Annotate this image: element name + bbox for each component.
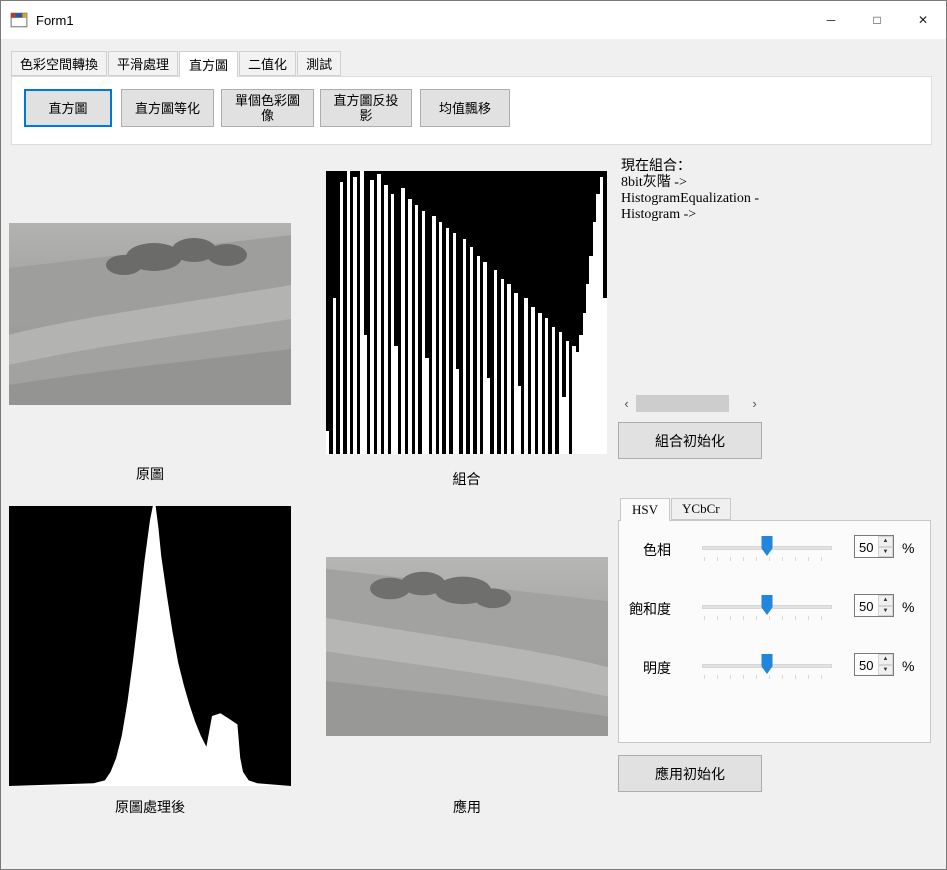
main-tabstrip: 色彩空間轉換 平滑處理 直方圖 二值化 測試: [11, 51, 342, 77]
saturation-numeric-updown[interactable]: 50 ▲ ▼: [854, 594, 894, 617]
spinner-up-icon[interactable]: ▲: [878, 536, 893, 547]
saturation-label: 飽和度: [629, 601, 671, 617]
app-icon: [10, 11, 28, 29]
status-line: Histogram ->: [621, 207, 697, 222]
slider-ticks: [704, 616, 830, 620]
mean-shift-button[interactable]: 均值飄移: [420, 89, 510, 127]
tab-binarization[interactable]: 二值化: [239, 51, 297, 76]
hue-value[interactable]: 50: [855, 536, 878, 557]
tab-test[interactable]: 測試: [297, 51, 342, 76]
saturation-unit-label: %: [902, 599, 915, 615]
slider-thumb[interactable]: [761, 654, 773, 674]
maximize-button[interactable]: □: [854, 1, 900, 39]
saturation-slider-row: 飽和度 50 ▲ ▼ %: [619, 588, 930, 644]
close-button[interactable]: ✕: [900, 1, 946, 39]
hue-slider-row: 色相 50 ▲ ▼ %: [619, 529, 930, 585]
tab-color-space[interactable]: 色彩空間轉換: [11, 51, 108, 76]
spinner-down-icon[interactable]: ▼: [878, 664, 893, 675]
hue-label: 色相: [643, 542, 671, 558]
form-window: Form1 ─ □ ✕ 色彩空間轉換 平滑處理 直方圖 二值化 測試 直方圖 直…: [0, 0, 947, 870]
status-line: 現在組合：: [621, 159, 691, 174]
apply-init-button[interactable]: 應用初始化: [618, 755, 762, 792]
spinner-down-icon[interactable]: ▼: [878, 546, 893, 557]
tab-ycbcr[interactable]: YCbCr: [671, 498, 731, 520]
saturation-value[interactable]: 50: [855, 595, 878, 616]
scrollbar-track[interactable]: [635, 395, 746, 412]
histogram-equalization-button[interactable]: 直方圖等化: [121, 89, 214, 127]
spinner-up-icon[interactable]: ▲: [878, 654, 893, 665]
titlebar: Form1 ─ □ ✕: [1, 1, 946, 39]
caption-processed: 原圖處理後: [115, 799, 185, 815]
window-title: Form1: [36, 12, 74, 28]
slider-ticks: [704, 557, 830, 561]
single-color-image-button[interactable]: 單個色彩圖 像: [221, 89, 314, 127]
applied-image: [326, 557, 608, 736]
back-projection-button[interactable]: 直方圖反投 影: [320, 89, 412, 127]
combination-histogram: [326, 171, 607, 454]
hsv-panel: 色相 50 ▲ ▼ % 飽和度 50 ▲ ▼ % 明度 50 ▲ ▼ %: [618, 520, 931, 743]
value-label: 明度: [643, 660, 671, 676]
combination-init-button[interactable]: 組合初始化: [618, 422, 762, 459]
combination-histogram-bars: [326, 171, 607, 454]
tab-hsv[interactable]: HSV: [620, 498, 671, 521]
spinner-down-icon[interactable]: ▼: [878, 605, 893, 616]
value-slider[interactable]: [702, 647, 832, 689]
combination-scrollbar: ‹ ›: [618, 395, 763, 412]
window-controls: ─ □ ✕: [808, 1, 946, 39]
processed-histogram-shape: [9, 506, 291, 786]
original-image: [9, 223, 291, 405]
status-line: 8bit灰階 ->: [621, 175, 687, 190]
scroll-right-icon[interactable]: ›: [746, 395, 763, 412]
value-numeric-updown[interactable]: 50 ▲ ▼: [854, 653, 894, 676]
tab-smoothing[interactable]: 平滑處理: [108, 51, 179, 76]
slider-ticks: [704, 675, 830, 679]
scrollbar-thumb[interactable]: [636, 395, 730, 412]
slider-thumb[interactable]: [761, 595, 773, 615]
hsv-tabstrip: HSV YCbCr: [620, 498, 732, 521]
value-slider-row: 明度 50 ▲ ▼ %: [619, 647, 930, 703]
hue-slider[interactable]: [702, 529, 832, 571]
value-value[interactable]: 50: [855, 654, 878, 675]
hue-numeric-updown[interactable]: 50 ▲ ▼: [854, 535, 894, 558]
caption-applied: 應用: [453, 799, 481, 815]
tab-histogram[interactable]: 直方圖: [179, 51, 239, 77]
caption-original: 原圖: [136, 466, 164, 482]
status-line: HistogramEqualization -: [621, 191, 760, 206]
processed-histogram: [9, 506, 291, 786]
scroll-left-icon[interactable]: ‹: [618, 395, 635, 412]
spinner: ▲ ▼: [878, 654, 893, 675]
spinner: ▲ ▼: [878, 536, 893, 557]
combination-status: 現在組合： 8bit灰階 -> HistogramEqualization - …: [621, 159, 926, 223]
minimize-button[interactable]: ─: [808, 1, 854, 39]
slider-thumb[interactable]: [761, 536, 773, 556]
hue-unit-label: %: [902, 540, 915, 556]
spinner-up-icon[interactable]: ▲: [878, 595, 893, 606]
spinner: ▲ ▼: [878, 595, 893, 616]
saturation-slider[interactable]: [702, 588, 832, 630]
toolbar-panel: 直方圖 直方圖等化 單個色彩圖 像 直方圖反投 影 均值飄移: [11, 76, 932, 145]
caption-combination: 組合: [452, 471, 481, 487]
value-unit-label: %: [902, 658, 915, 674]
histogram-button[interactable]: 直方圖: [24, 89, 112, 127]
